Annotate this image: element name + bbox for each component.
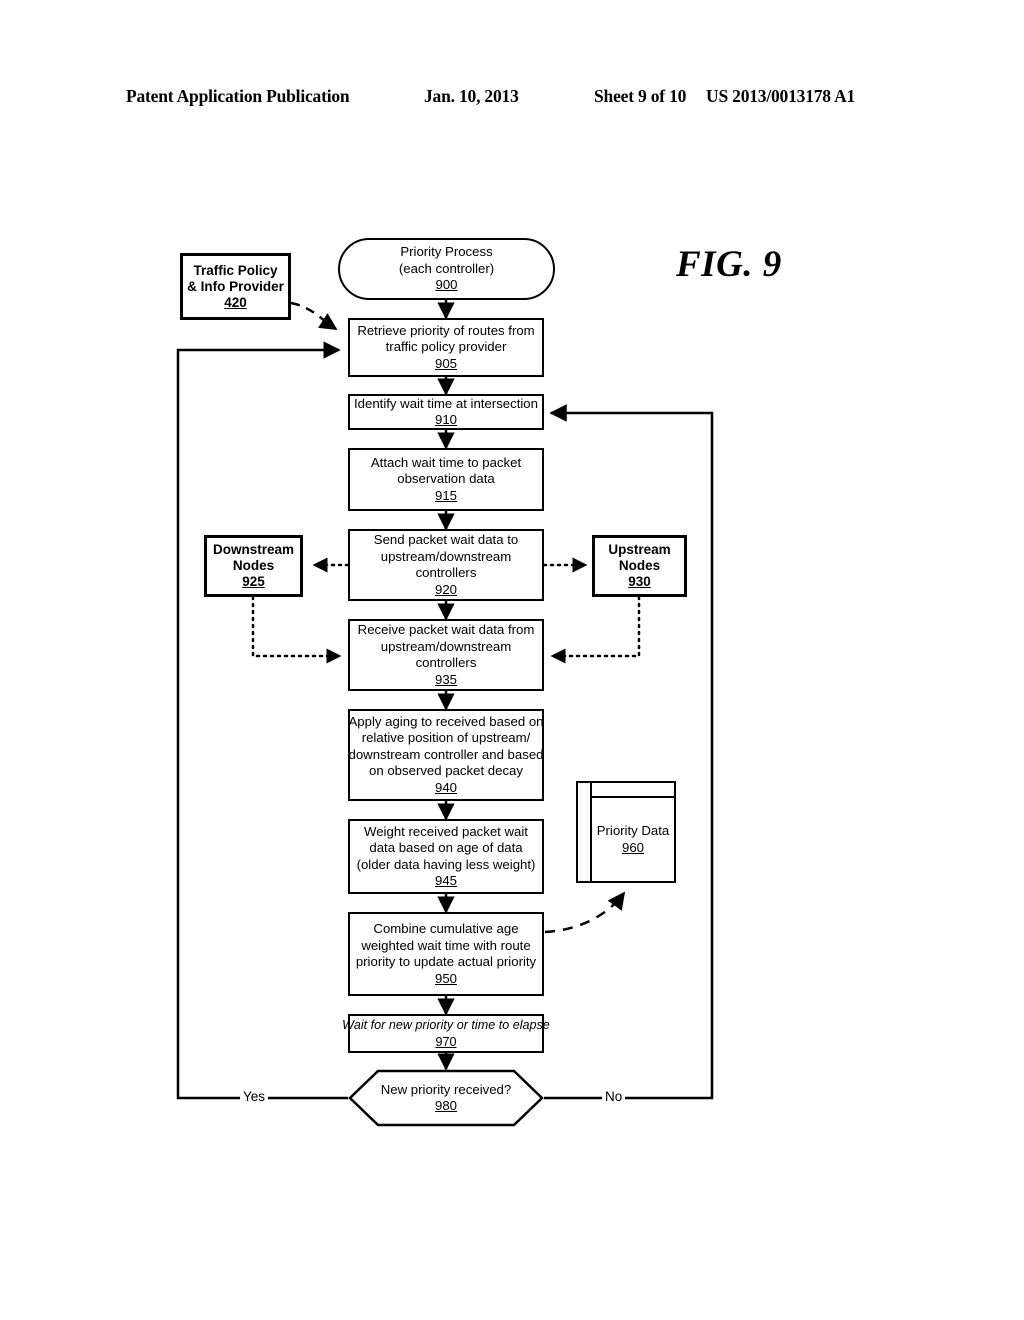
node-new-priority-decision[interactable]: New priority received? 980: [348, 1069, 544, 1127]
node-priority-process-start[interactable]: Priority Process (each controller) 900: [338, 238, 555, 300]
node-910-line1: Identify wait time at intersection: [354, 395, 538, 411]
node-920-line3: controllers: [415, 565, 477, 580]
node-945-line2: data based on age of data: [369, 840, 523, 855]
node-970-ref: 970: [435, 1034, 457, 1049]
node-950-line2: weighted wait time with route: [361, 937, 531, 953]
node-940-line2: relative position of upstream/: [361, 730, 531, 746]
node-910-ref: 910: [434, 412, 457, 427]
node-940-line1: Apply aging to received based on: [348, 713, 544, 729]
node-920-line2: upstream/downstream: [380, 548, 512, 564]
store-960-label-group: Priority Data 960: [592, 796, 674, 881]
node-925-ref: 925: [242, 574, 265, 589]
node-935-line3: controllers: [415, 655, 477, 670]
node-925-line1: Downstream: [212, 542, 295, 557]
node-420-line1: Traffic Policy: [193, 262, 278, 278]
header-sheet: Sheet 9 of 10: [594, 86, 687, 106]
node-970-line1: Wait for new priority or time to elapse: [342, 1018, 550, 1032]
node-940-line3: downstream controller and based: [348, 746, 544, 762]
node-905-ref: 905: [434, 355, 457, 371]
node-915-line2: observation data: [397, 471, 495, 487]
node-905-line1: Retrieve priority of routes from: [357, 322, 535, 338]
node-935-line1: Receive packet wait data from: [357, 622, 535, 637]
node-935-line2: upstream/downstream: [380, 638, 512, 654]
node-945-line1: Weight received packet wait: [364, 823, 528, 839]
node-900-ref: 900: [435, 277, 458, 293]
node-930-line1: Upstream: [608, 542, 671, 557]
node-915-ref: 915: [434, 487, 457, 503]
header-date: Jan. 10, 2013: [424, 86, 519, 106]
node-915-line1: Attach wait time to packet: [370, 454, 522, 470]
node-upstream-nodes[interactable]: Upstream Nodes 930: [592, 535, 687, 597]
node-980-ref: 980: [434, 1098, 457, 1113]
node-900-line2: (each controller): [398, 260, 495, 276]
node-downstream-nodes[interactable]: Downstream Nodes 925: [204, 535, 303, 597]
figure-label: FIG. 9: [676, 244, 782, 285]
node-attach-wait-time[interactable]: Attach wait time to packet observation d…: [348, 448, 544, 511]
node-950-line1: Combine cumulative age: [373, 921, 519, 936]
node-930-ref: 930: [628, 574, 651, 589]
branch-label-yes: Yes: [240, 1090, 269, 1104]
node-420-line2: & Info Provider: [187, 278, 284, 294]
branch-label-no: No: [602, 1090, 626, 1104]
header-publication: Patent Application Publication: [126, 86, 350, 106]
node-weight-packet-wait-data[interactable]: Weight received packet wait data based o…: [348, 819, 544, 894]
node-identify-wait-time[interactable]: Identify wait time at intersection 910: [348, 394, 544, 430]
node-905-line2: traffic policy provider: [385, 339, 507, 355]
page-header: Patent Application Publication Jan. 10, …: [0, 86, 1024, 114]
node-wait-for-new-priority[interactable]: Wait for new priority or time to elapse …: [342, 1014, 550, 1053]
node-950-line3: priority to update actual priority: [355, 954, 537, 969]
node-priority-data-store[interactable]: Priority Data 960: [576, 781, 676, 883]
node-950-ref: 950: [434, 970, 457, 986]
node-960-ref: 960: [621, 839, 644, 855]
node-send-packet-wait-data[interactable]: Send packet wait data to upstream/downst…: [348, 529, 544, 601]
node-combine-update-priority[interactable]: Combine cumulative age weighted wait tim…: [348, 912, 544, 996]
node-960-line1: Priority Data: [596, 822, 670, 838]
node-receive-packet-wait-data[interactable]: Receive packet wait data from upstream/d…: [348, 619, 544, 691]
node-925-line2: Nodes: [232, 558, 275, 573]
node-940-line4: on observed packet decay: [369, 763, 523, 779]
node-traffic-policy-provider[interactable]: Traffic Policy & Info Provider 420: [180, 253, 291, 320]
header-patent-number: US 2013/0013178 A1: [706, 86, 856, 106]
node-900-line1: Priority Process: [400, 244, 493, 260]
node-935-ref: 935: [434, 671, 457, 687]
node-940-ref: 940: [434, 779, 457, 795]
decision-980-label-group: New priority received? 980: [348, 1069, 544, 1127]
node-920-ref: 920: [434, 581, 457, 597]
node-420-ref: 420: [224, 294, 247, 310]
node-930-line2: Nodes: [618, 558, 661, 573]
node-945-ref: 945: [434, 873, 457, 888]
node-apply-aging[interactable]: Apply aging to received based on relativ…: [348, 709, 544, 801]
node-980-line1: New priority received?: [380, 1081, 512, 1097]
node-920-line1: Send packet wait data to: [373, 532, 519, 547]
node-retrieve-route-priority[interactable]: Retrieve priority of routes from traffic…: [348, 318, 544, 377]
node-945-line3: (older data having less weight): [356, 856, 536, 872]
